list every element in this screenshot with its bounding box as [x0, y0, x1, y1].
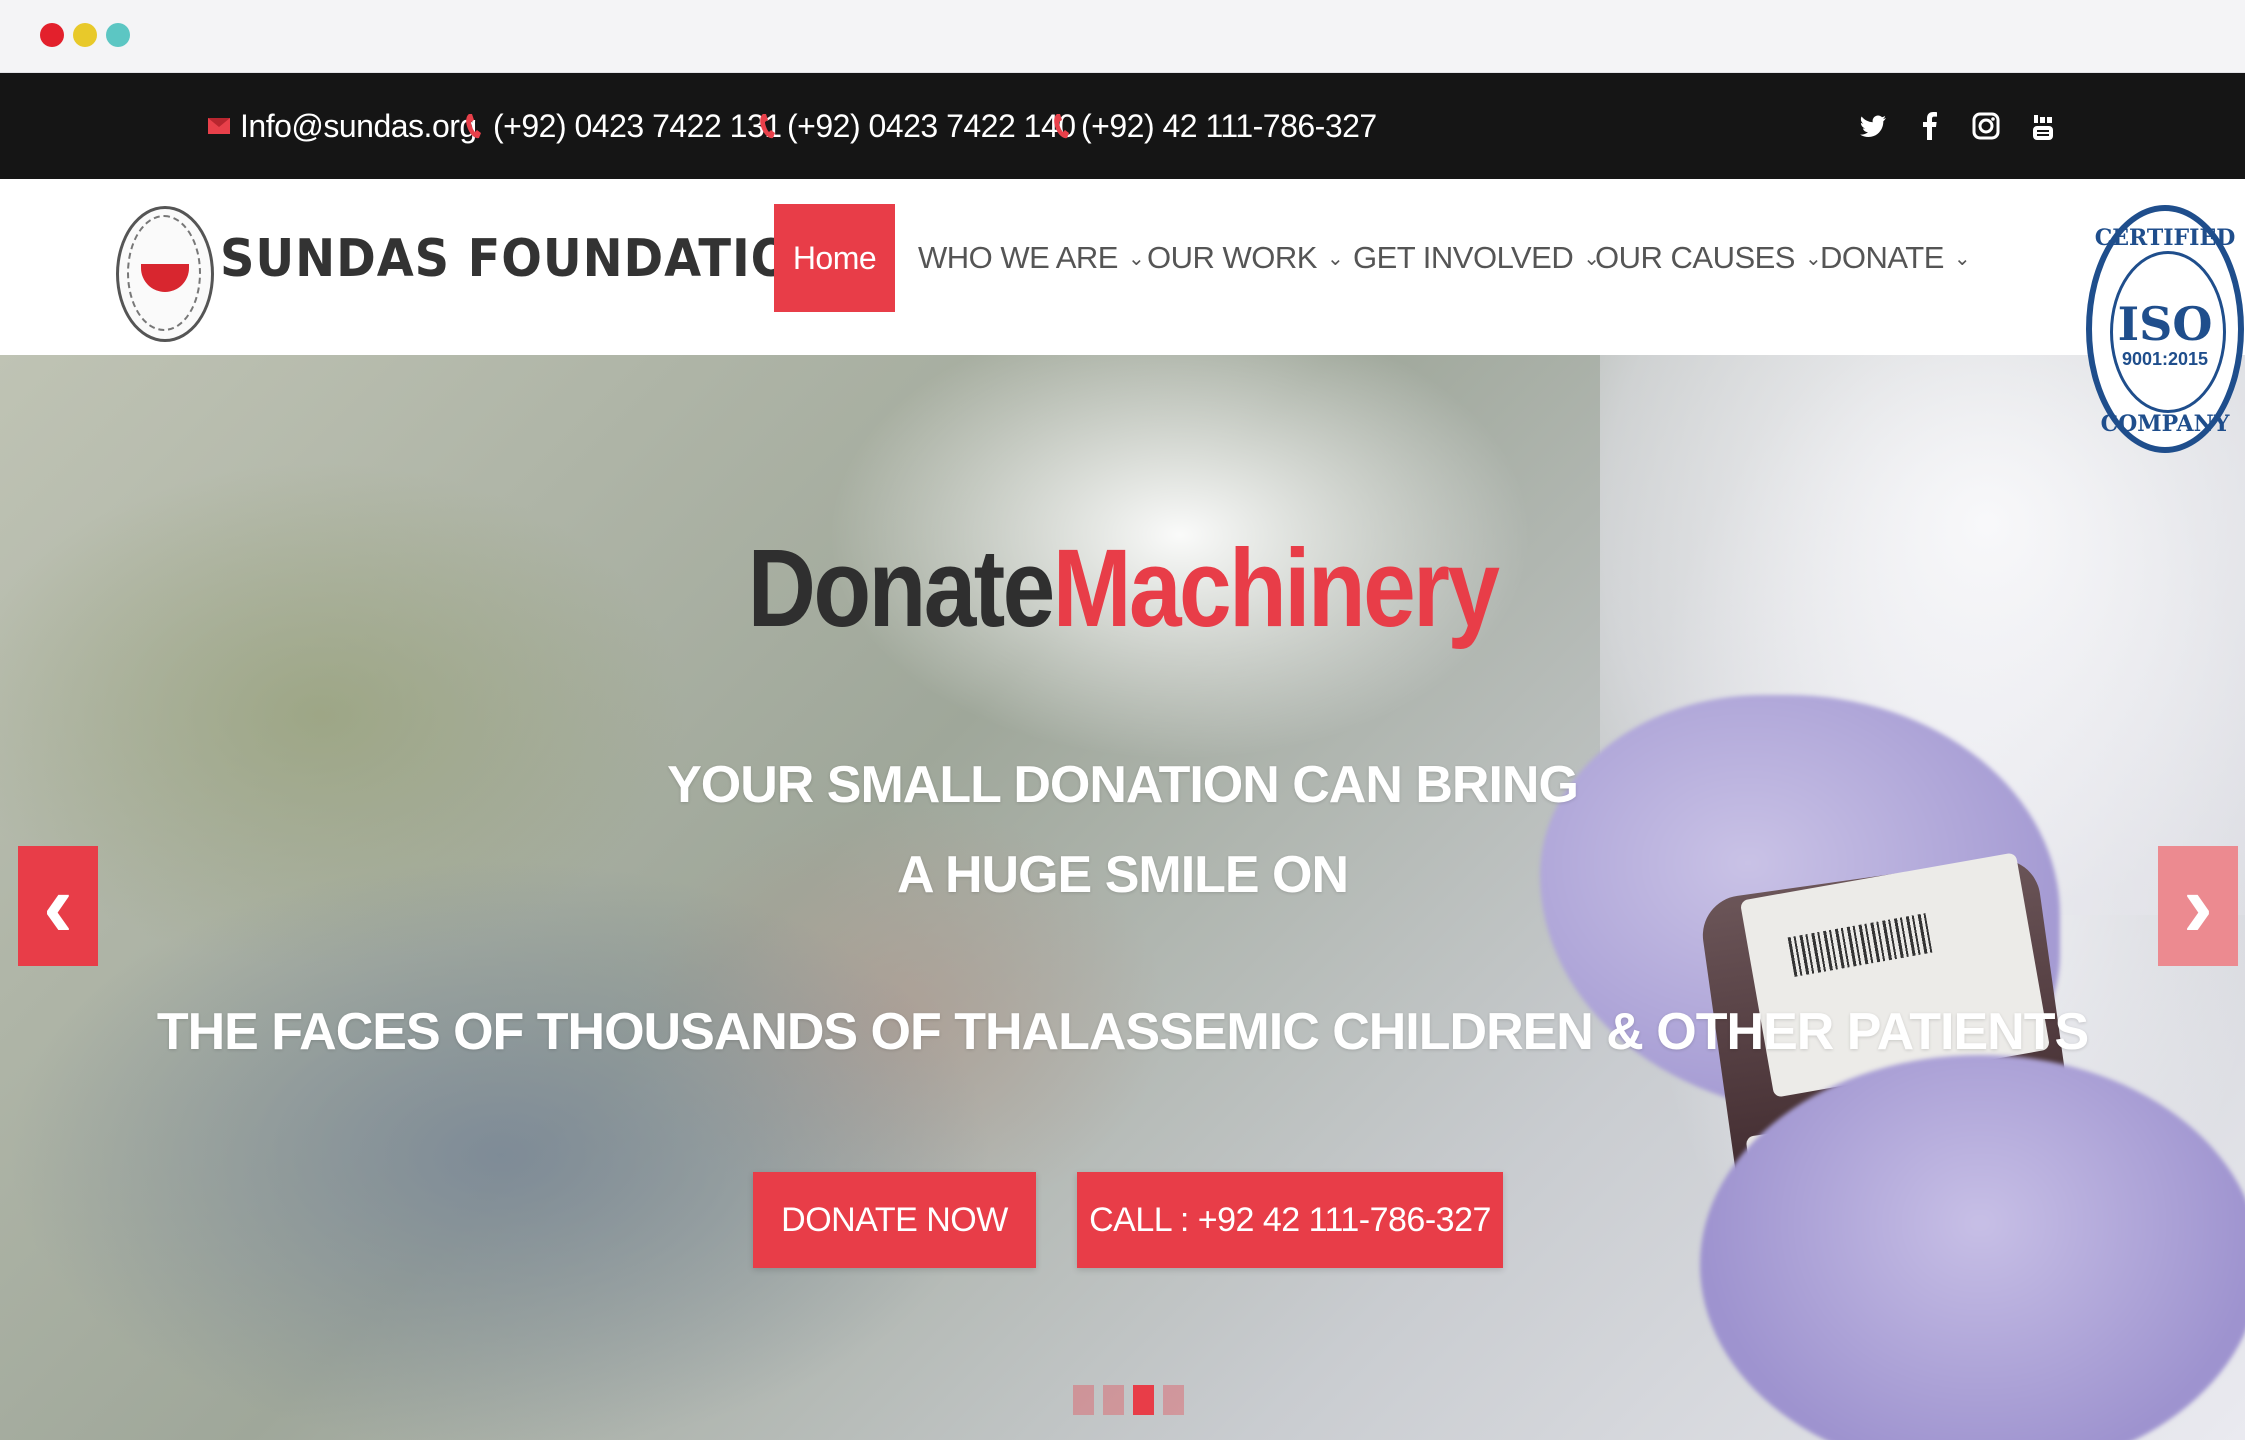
slide-indicator-4[interactable] [1163, 1385, 1184, 1415]
brand-name[interactable]: SUNDAS FOUNDATION [220, 229, 833, 289]
phone-text-3: (+92) 42 111-786-327 [1081, 107, 1377, 144]
phone-text-2: (+92) 0423 7422 140 [787, 107, 1076, 144]
phone-link-3[interactable]: (+92) 42 111-786-327 [1053, 73, 1377, 179]
hero-tagline-1: YOUR SMALL DONATION CAN BRING [667, 756, 1579, 814]
hero-title-dark: Donate [747, 527, 1056, 650]
facebook-icon[interactable] [1910, 73, 1950, 179]
iso-badge-bottom-text: COMPANY [2100, 411, 2230, 437]
email-link[interactable]: Info@sundas.org [208, 73, 477, 179]
nav-get-involved[interactable]: GET INVOLVED ⌄ [1353, 204, 1600, 312]
donate-now-button[interactable]: DONATE NOW [753, 1172, 1036, 1268]
chevron-left-icon: ‹ [43, 855, 73, 956]
slider-indicators [1073, 1385, 1184, 1415]
iso-badge-top-text: CERTIFIED [2094, 225, 2236, 251]
nav-label: WHO WE ARE [918, 240, 1118, 275]
iso-badge-main-text: ISO [2117, 297, 2213, 351]
iso-certified-badge: CERTIFIED ISO 9001:2015 COMPANY [2086, 205, 2244, 453]
nav-label: OUR WORK [1147, 240, 1317, 275]
chevron-down-icon: ⌄ [1127, 247, 1145, 270]
hero-title: DonateMachinery [157, 525, 2088, 652]
iso-badge-standard: 9001:2015 [2121, 349, 2209, 369]
envelope-icon [208, 118, 230, 134]
chevron-down-icon: ⌄ [1804, 247, 1822, 270]
chevron-down-icon: ⌄ [1326, 247, 1344, 270]
window-chrome [0, 0, 2245, 73]
minimize-window-button[interactable] [73, 23, 97, 47]
nav-donate[interactable]: DONATE ⌄ [1820, 204, 1971, 312]
call-button[interactable]: CALL : +92 42 111-786-327 [1077, 1172, 1503, 1268]
sundas-logo[interactable] [116, 206, 214, 342]
twitter-icon[interactable] [1853, 73, 1893, 179]
slide-indicator-2[interactable] [1103, 1385, 1124, 1415]
phone-icon [1053, 112, 1071, 140]
phone-link-2[interactable]: (+92) 0423 7422 140 [759, 73, 1076, 179]
slide-indicator-3[interactable] [1133, 1385, 1154, 1415]
nav-label: GET INVOLVED [1353, 240, 1574, 275]
phone-link-1[interactable]: (+92) 0423 7422 131 [465, 73, 782, 179]
phone-icon [759, 112, 777, 140]
contact-bar: Info@sundas.org (+92) 0423 7422 131 (+92… [0, 73, 2245, 179]
slide-indicator-1[interactable] [1073, 1385, 1094, 1415]
slider-prev-button[interactable]: ‹ [18, 846, 98, 966]
nav-our-work[interactable]: OUR WORK ⌄ [1147, 204, 1344, 312]
chevron-right-icon: › [2183, 855, 2213, 956]
nav-home[interactable]: Home [774, 204, 895, 312]
hero-tagline-2: A HUGE SMILE ON [896, 846, 1349, 904]
chevron-down-icon: ⌄ [1953, 247, 1971, 270]
maximize-window-button[interactable] [106, 23, 130, 47]
nav-label: DONATE [1820, 240, 1944, 275]
phone-icon [465, 112, 483, 140]
phone-text-1: (+92) 0423 7422 131 [493, 107, 782, 144]
main-navbar: SUNDAS FOUNDATION Home WHO WE ARE ⌄ OUR W… [0, 179, 2245, 355]
nav-our-causes[interactable]: OUR CAUSES ⌄ [1595, 204, 1822, 312]
hero-title-red: Machinery [1052, 527, 1500, 650]
hero-tagline-3: THE FACES OF THOUSANDS OF THALASSEMIC CH… [156, 1003, 2089, 1061]
instagram-icon[interactable] [1966, 73, 2006, 179]
nav-who-we-are[interactable]: WHO WE ARE ⌄ [918, 204, 1145, 312]
nav-label: OUR CAUSES [1595, 240, 1795, 275]
youtube-icon[interactable] [2023, 73, 2063, 179]
hero-slider: DonateMachinery YOUR SMALL DONATION CAN … [0, 355, 2245, 1440]
email-text: Info@sundas.org [240, 107, 477, 144]
close-window-button[interactable] [40, 23, 64, 47]
slider-next-button[interactable]: › [2158, 846, 2238, 966]
